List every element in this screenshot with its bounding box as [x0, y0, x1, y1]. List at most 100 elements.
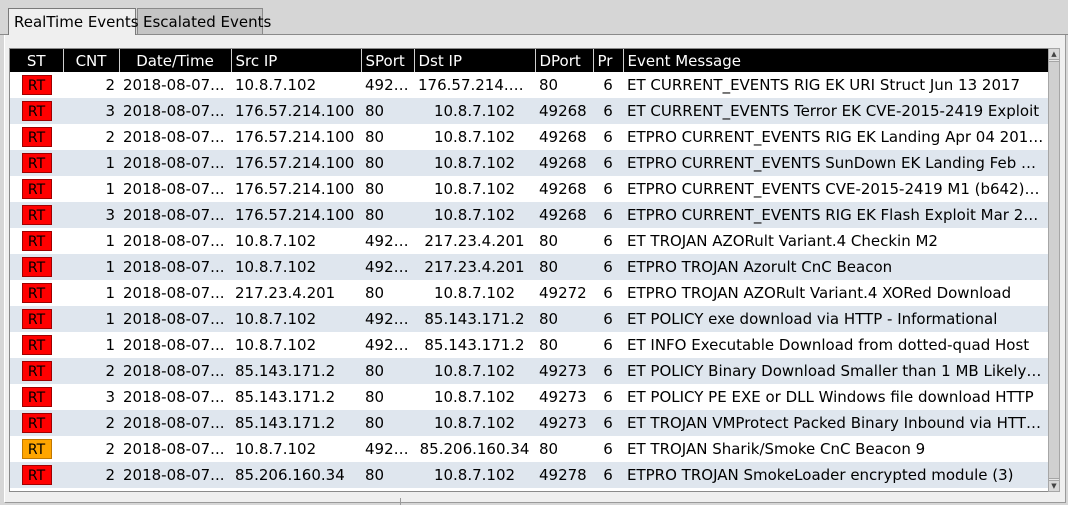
cell-event-message: ET CURRENT_EVENTS RIG EK URI Struct Jun … — [623, 72, 1048, 98]
cell-event-message: ETPRO CURRENT_EVENTS RIG EK Flash Exploi… — [623, 202, 1048, 228]
cell-dst-ip: 10.8.7.102 — [414, 124, 535, 150]
cell-protocol: 6 — [593, 72, 623, 98]
table-row[interactable]: RT 3 2018-08-07... 85.143.171.2 80 10.8.7.102… — [10, 384, 1048, 410]
scroll-up-arrow-icon[interactable]: ▲ — [1049, 49, 1059, 60]
vertical-scrollbar[interactable]: ▲ ▼ — [1048, 48, 1060, 492]
cell-count: 1 — [63, 306, 119, 332]
column-header-cnt[interactable]: CNT — [63, 49, 120, 72]
table-row[interactable]: RT 1 2018-08-07... 176.57.214.100 80 10.8.7.1… — [10, 176, 1048, 202]
cell-sport: 80 — [361, 384, 414, 410]
table-row[interactable]: RT 2 2018-08-07... 176.57.214.100 80 10.8.7.1… — [10, 124, 1048, 150]
cell-status: RT — [10, 254, 63, 280]
cell-count: 1 — [63, 280, 119, 306]
scroll-down-arrow-icon[interactable]: ▼ — [1049, 480, 1059, 491]
cell-src-ip: 85.143.171.2 — [231, 358, 361, 384]
cell-protocol: 6 — [593, 436, 623, 462]
table-row[interactable]: RT 2 2018-08-07... 10.8.7.102 49278 85.206.16… — [10, 436, 1048, 462]
cell-protocol: 6 — [593, 384, 623, 410]
table-row[interactable]: RT 1 2018-08-07... 176.57.214.100 80 10.8.7.1… — [10, 150, 1048, 176]
cell-count: 1 — [63, 228, 119, 254]
splitter-handle[interactable] — [400, 498, 401, 505]
cell-event-message: ETPRO TROJAN AZORult Variant.4 XORed Dow… — [623, 280, 1048, 306]
cell-sport: 49273 — [361, 306, 414, 332]
column-header-src-ip[interactable]: Src IP — [231, 49, 362, 72]
cell-sport: 80 — [361, 358, 414, 384]
tab-escalated-events[interactable]: Escalated Events — [137, 8, 271, 34]
cell-src-ip: 10.8.7.102 — [231, 72, 361, 98]
table-row[interactable]: RT 1 2018-08-07... 217.23.4.201 80 10.8.7.102… — [10, 280, 1048, 306]
cell-src-ip: 10.8.7.102 — [231, 254, 361, 280]
cell-status: RT — [10, 150, 63, 176]
table-row[interactable]: RT 1 2018-08-07... 10.8.7.102 49273 85.143.17… — [10, 332, 1048, 358]
cell-dport: 49272 — [535, 280, 593, 306]
cell-count: 1 — [63, 176, 119, 202]
table-row[interactable]: RT 3 2018-08-07... 176.57.214.100 80 10.8.7.1… — [10, 98, 1048, 124]
table-row[interactable]: RT 1 2018-08-07... 10.8.7.102 49272 217.23.4.… — [10, 228, 1048, 254]
cell-event-message: ET POLICY exe download via HTTP - Inform… — [623, 306, 1048, 332]
table-header: ST CNT Date/Time Src IP SPort Dst IP DPo… — [10, 49, 1048, 72]
cell-dport: 49278 — [535, 462, 593, 488]
cell-sport: 80 — [361, 98, 414, 124]
table-row[interactable]: RT 2 2018-08-07... 10.8.7.102 49268 176.57.21… — [10, 72, 1048, 98]
cell-dport: 80 — [535, 332, 593, 358]
cell-status: RT — [10, 72, 63, 98]
cell-status: RT — [10, 124, 63, 150]
cell-src-ip: 85.143.171.2 — [231, 384, 361, 410]
cell-count: 1 — [63, 332, 119, 358]
cell-datetime: 2018-08-07... — [119, 410, 231, 436]
table-row[interactable]: RT 1 2018-08-07... 10.8.7.102 49273 85.143.17… — [10, 306, 1048, 332]
cell-src-ip: 85.143.171.2 — [231, 410, 361, 436]
column-header-pr[interactable]: Pr — [593, 49, 624, 72]
table-row[interactable]: RT 2 2018-08-07... 85.206.160.34 80 10.8.7.10… — [10, 462, 1048, 488]
column-header-datetime[interactable]: Date/Time — [119, 49, 232, 72]
table-row[interactable]: RT 3 2018-08-07... 176.57.214.100 80 10.8.7.1… — [10, 202, 1048, 228]
cell-src-ip: 176.57.214.100 — [231, 124, 361, 150]
column-header-event-message[interactable]: Event Message — [623, 49, 1048, 72]
cell-dport: 80 — [535, 254, 593, 280]
cell-status: RT — [10, 462, 63, 488]
cell-status: RT — [10, 306, 63, 332]
cell-src-ip: 10.8.7.102 — [231, 332, 361, 358]
cell-count: 2 — [63, 436, 119, 462]
scrollbar-thumb[interactable] — [1049, 61, 1059, 479]
cell-datetime: 2018-08-07... — [119, 358, 231, 384]
cell-datetime: 2018-08-07... — [119, 176, 231, 202]
cell-sport: 49273 — [361, 332, 414, 358]
table-row[interactable]: RT 2 2018-08-07... 85.143.171.2 80 10.8.7.102… — [10, 410, 1048, 436]
cell-status: RT — [10, 202, 63, 228]
cell-dst-ip: 85.206.160.34 — [414, 436, 535, 462]
tab-realtime-events[interactable]: RealTime Events — [8, 8, 139, 35]
cell-datetime: 2018-08-07... — [119, 202, 231, 228]
cell-src-ip: 10.8.7.102 — [231, 436, 361, 462]
status-badge: RT — [21, 361, 52, 381]
column-header-st[interactable]: ST — [10, 49, 64, 72]
cell-event-message: ET TROJAN AZORult Variant.4 Checkin M2 — [623, 228, 1048, 254]
cell-sport: 80 — [361, 280, 414, 306]
cell-datetime: 2018-08-07... — [119, 384, 231, 410]
cell-sport: 80 — [361, 410, 414, 436]
cell-sport: 80 — [361, 124, 414, 150]
cell-dport: 49268 — [535, 202, 593, 228]
cell-sport: 80 — [361, 176, 414, 202]
cell-sport: 49272 — [361, 228, 414, 254]
column-header-sport[interactable]: SPort — [361, 49, 415, 72]
cell-count: 2 — [63, 462, 119, 488]
column-header-dport[interactable]: DPort — [535, 49, 594, 72]
column-header-dst-ip[interactable]: Dst IP — [414, 49, 536, 72]
table-row[interactable]: RT 1 2018-08-07... 10.8.7.102 49272 217.23.4.… — [10, 254, 1048, 280]
cell-src-ip: 10.8.7.102 — [231, 306, 361, 332]
cell-src-ip: 176.57.214.100 — [231, 150, 361, 176]
cell-src-ip: 176.57.214.100 — [231, 98, 361, 124]
events-table: ST CNT Date/Time Src IP SPort Dst IP DPo… — [10, 49, 1048, 488]
cell-dport: 49268 — [535, 176, 593, 202]
cell-datetime: 2018-08-07... — [119, 124, 231, 150]
cell-dst-ip: 85.143.171.2 — [414, 306, 535, 332]
cell-protocol: 6 — [593, 332, 623, 358]
table-row[interactable]: RT 2 2018-08-07... 85.143.171.2 80 10.8.7.102… — [10, 358, 1048, 384]
cell-dport: 49273 — [535, 358, 593, 384]
cell-event-message: ETPRO TROJAN Azorult CnC Beacon — [623, 254, 1048, 280]
status-badge: RT — [21, 153, 52, 173]
cell-status: RT — [10, 176, 63, 202]
tab-bar: RealTime Events Escalated Events — [0, 0, 1068, 36]
cell-dst-ip: 10.8.7.102 — [414, 410, 535, 436]
